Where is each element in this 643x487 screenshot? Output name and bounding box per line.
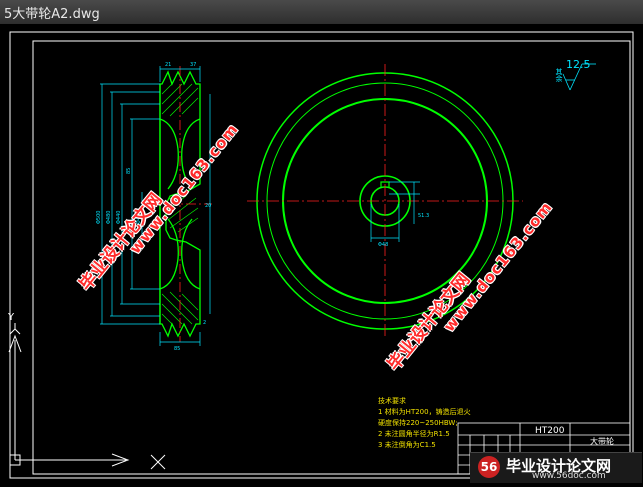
- svg-text:Φ480: Φ480: [106, 211, 112, 224]
- site-logo: 56 毕业设计论文网 www.56doc.com: [470, 452, 642, 483]
- roughness-label: 其余: [555, 68, 563, 82]
- svg-text:Φ500: Φ500: [96, 211, 102, 224]
- roughness-value: 12.5: [566, 58, 591, 71]
- title-block-part-name: 大带轮: [590, 437, 614, 446]
- logo-mark-icon: 56: [478, 456, 500, 478]
- svg-text:51.3: 51.3: [418, 213, 429, 219]
- svg-text:85: 85: [126, 168, 132, 174]
- svg-text:21: 21: [165, 62, 171, 68]
- drawing-frame: [32, 40, 631, 475]
- svg-text:85: 85: [174, 346, 180, 352]
- svg-text:37: 37: [190, 62, 196, 68]
- notes-heading: 技术要求: [378, 397, 406, 405]
- ucs-icon: [8, 323, 166, 470]
- notes-item: 硬度保持220~250HBW;: [378, 419, 458, 427]
- notes-item: 2 未注圆角半径为R1.5: [378, 430, 450, 438]
- svg-text:20: 20: [205, 203, 211, 209]
- technical-notes: 技术要求 1 材料为HT200，铸造后退火 硬度保持220~250HBW; 2 …: [378, 396, 471, 451]
- drawing-canvas[interactable]: 21 37 85 20 2 Φ500 Φ480 Φ440 85 Φ48 Φ48 …: [0, 24, 643, 483]
- notes-item: 3 未注倒角为C1.5: [378, 441, 436, 449]
- title-block-material: HT200: [535, 426, 565, 436]
- logo-url: www.56doc.com: [532, 471, 606, 481]
- window-title: 5大带轮A2.dwg: [4, 7, 100, 22]
- notes-item: 1 材料为HT200，铸造后退火: [378, 408, 471, 416]
- svg-text:2: 2: [203, 320, 206, 326]
- ucs-y-label: Y: [8, 312, 15, 323]
- window-title-bar: 5大带轮A2.dwg: [0, 0, 643, 25]
- svg-text:Φ48: Φ48: [378, 242, 388, 248]
